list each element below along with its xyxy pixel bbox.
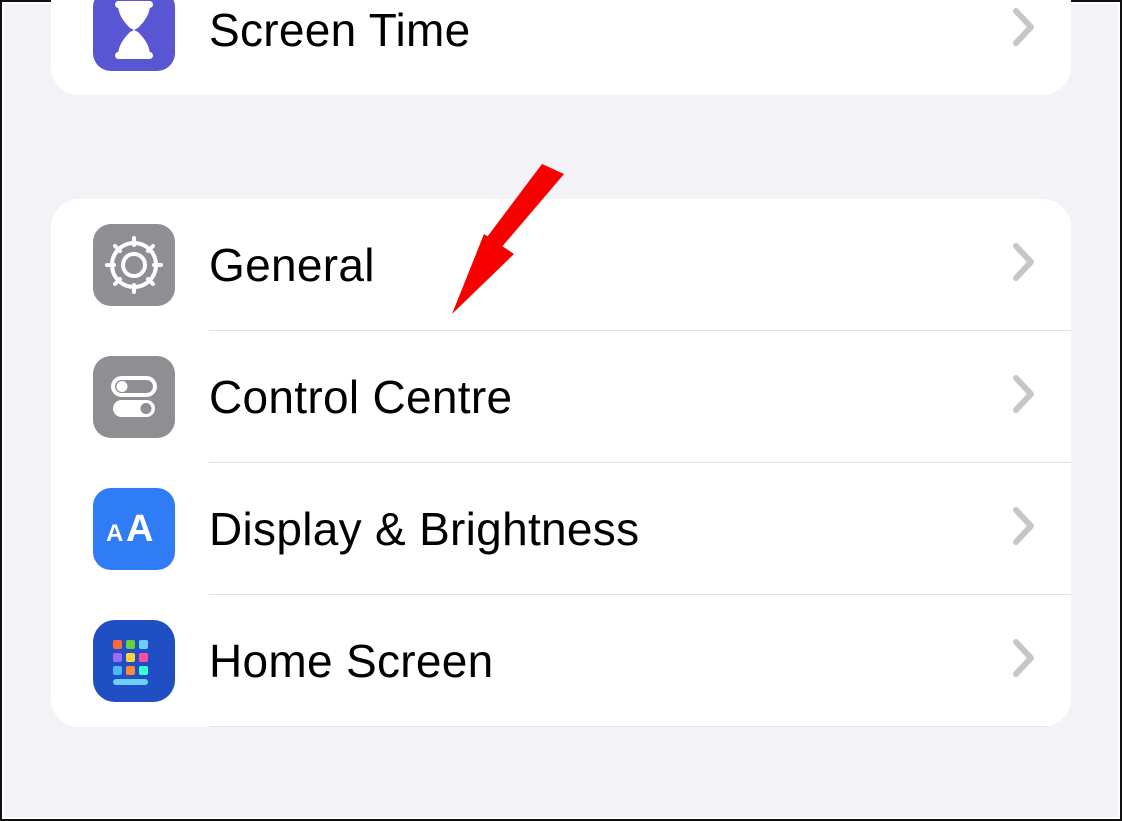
chevron-right-icon [1013, 639, 1035, 682]
gear-icon [93, 224, 175, 306]
aa-icon: A A [93, 488, 175, 570]
chevron-right-icon [1013, 375, 1035, 418]
separator [209, 726, 1071, 727]
row-label: General [209, 238, 1013, 292]
svg-text:A: A [106, 520, 123, 547]
row-label: Screen Time [209, 3, 1013, 57]
row-general[interactable]: General [51, 199, 1071, 330]
settings-group-2: General Control Centre [51, 199, 1071, 727]
row-label: Control Centre [209, 370, 1013, 424]
settings-column: Screen Time [51, 4, 1071, 817]
row-display-brightness[interactable]: A A Display & Brightness [51, 463, 1071, 594]
row-screen-time[interactable]: Screen Time [51, 0, 1071, 95]
app-grid-icon [93, 620, 175, 702]
row-label: Display & Brightness [209, 502, 1013, 556]
chevron-right-icon [1013, 507, 1035, 550]
svg-text:A: A [126, 508, 153, 550]
chevron-right-icon [1013, 243, 1035, 286]
chevron-right-icon [1013, 8, 1035, 51]
row-label: Home Screen [209, 634, 1013, 688]
settings-group-1: Screen Time [51, 0, 1071, 95]
toggles-icon [93, 356, 175, 438]
row-home-screen[interactable]: Home Screen [51, 595, 1071, 726]
hourglass-icon [93, 0, 175, 71]
settings-stage: Screen Time [4, 4, 1118, 817]
row-control-centre[interactable]: Control Centre [51, 331, 1071, 462]
